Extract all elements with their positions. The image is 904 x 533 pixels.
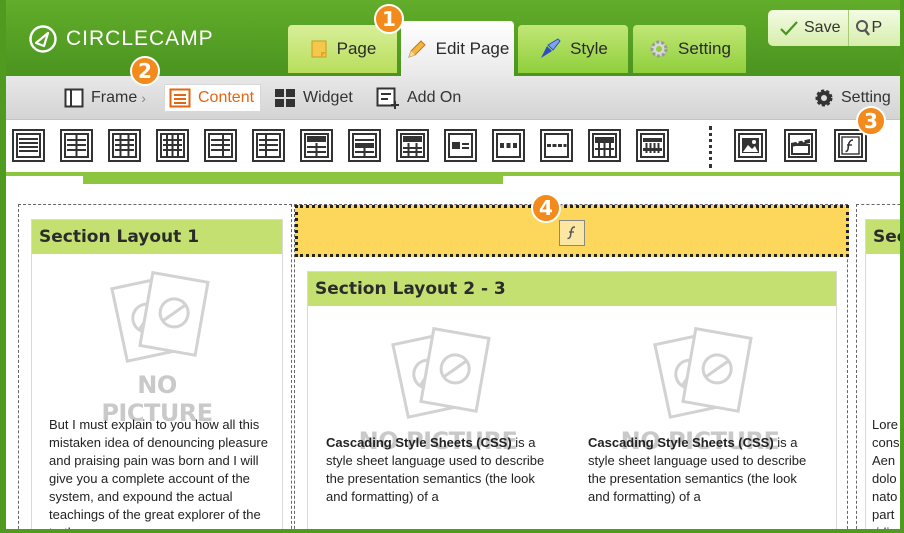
- content-button[interactable]: Content: [164, 84, 262, 112]
- layout-1-col-icon[interactable]: [12, 129, 45, 162]
- checkmark-icon: [780, 21, 798, 36]
- column-2[interactable]: Section Layout 2 - 3 NO PICTURE Cascadin…: [294, 204, 849, 533]
- callout-4: 4: [531, 193, 561, 223]
- no-picture-placeholder: NO PICTURE: [82, 270, 232, 427]
- section-partial-paragraph: Lore cons Aen dolo nato part ridic: [872, 417, 900, 533]
- content-icon: [169, 88, 191, 108]
- flash-widget-icon[interactable]: [834, 129, 867, 162]
- no-picture-icon: [653, 326, 753, 419]
- tab-style-label: Style: [570, 39, 608, 58]
- tab-setting-label: Setting: [678, 39, 731, 58]
- layout-left-wide-icon[interactable]: [204, 129, 237, 162]
- section-2-paragraph: Cascading Style Sheets (CSS) is a style …: [326, 434, 556, 506]
- save-toolbar: Save P: [768, 10, 904, 46]
- section-layout-1[interactable]: Section Layout 1 NO PICTURE But I must e…: [31, 219, 283, 533]
- add-on-icon: [376, 87, 399, 109]
- content-label: Content: [198, 89, 255, 106]
- layout-top-2col-icon[interactable]: [300, 129, 333, 162]
- section-3-paragraph: Cascading Style Sheets (CSS) is a style …: [588, 434, 818, 506]
- logo-icon: [29, 25, 57, 53]
- layout-right-wide-icon[interactable]: [252, 129, 285, 162]
- section-layout-partial[interactable]: Sect Lore cons Aen dolo nato part ridic: [865, 219, 904, 533]
- frame-button[interactable]: Frame ›: [64, 85, 146, 111]
- save-label: Save: [804, 19, 841, 36]
- layout-header-3col-icon[interactable]: [396, 129, 429, 162]
- image-widget-icon[interactable]: [734, 129, 767, 162]
- brush-icon: [541, 38, 561, 58]
- column-3[interactable]: Sect Lore cons Aen dolo nato part ridic: [856, 204, 904, 533]
- settings-gear-icon: [815, 89, 833, 107]
- breadcrumb-chevron-icon: ›: [141, 90, 146, 106]
- toolbar-separator: [709, 126, 712, 168]
- logo[interactable]: CIRCLECAMP: [28, 24, 214, 54]
- layout-4-blocks-icon[interactable]: [540, 129, 573, 162]
- layout-media-text-icon[interactable]: [444, 129, 477, 162]
- section-layout-2-3-title: Section Layout 2 - 3: [308, 272, 836, 306]
- section-layout-2-3[interactable]: Section Layout 2 - 3 NO PICTURE Cascadin…: [307, 271, 837, 533]
- drop-zone[interactable]: [295, 205, 849, 257]
- layout-toolbar: [6, 120, 900, 172]
- tab-edit-page[interactable]: Edit Page: [401, 21, 514, 76]
- section-1-paragraph: But I must explain to you how all this m…: [49, 417, 268, 533]
- widget-button[interactable]: Widget: [274, 85, 353, 111]
- setting-label: Setting: [841, 89, 891, 106]
- layout-2-col-icon[interactable]: [60, 129, 93, 162]
- magnifier-icon: [856, 20, 871, 36]
- layout-4-col-icon[interactable]: [156, 129, 189, 162]
- widget-label: Widget: [303, 89, 353, 106]
- pencil-icon: [407, 39, 426, 58]
- no-picture-icon: [391, 326, 491, 419]
- drag-handle-bar[interactable]: [83, 176, 503, 184]
- callout-2: 2: [130, 56, 160, 86]
- layout-5-col-icon[interactable]: [636, 129, 669, 162]
- callout-1: 1: [374, 4, 404, 34]
- preview-button[interactable]: P: [849, 19, 882, 37]
- layout-4-col-top-icon[interactable]: [588, 129, 621, 162]
- tab-edit-page-label: Edit Page: [435, 38, 510, 58]
- section-layout-1-title: Section Layout 1: [32, 220, 282, 254]
- tab-page-label: Page: [336, 39, 377, 58]
- logo-text: CIRCLECAMP: [66, 27, 214, 50]
- widget-icon: [275, 89, 295, 107]
- tab-style[interactable]: Style: [518, 25, 628, 73]
- video-widget-icon[interactable]: [784, 129, 817, 162]
- add-on-button[interactable]: Add On: [376, 85, 461, 111]
- layout-3-col-icon[interactable]: [108, 129, 141, 162]
- gear-icon: [650, 40, 668, 58]
- frame-label: Frame: [91, 89, 138, 106]
- no-picture-icon: [110, 270, 210, 363]
- layout-top-bottom-icon[interactable]: [348, 129, 381, 162]
- page-icon: [311, 40, 327, 58]
- flash-drop-icon: [559, 220, 585, 246]
- tab-page[interactable]: Page: [288, 25, 397, 73]
- add-on-label: Add On: [407, 89, 462, 106]
- css-term: Cascading Style Sheets (CSS): [326, 435, 512, 450]
- page-canvas: Section Layout 1 NO PICTURE But I must e…: [18, 204, 904, 533]
- frame-icon: [64, 88, 84, 108]
- preview-label: P: [871, 19, 883, 36]
- css-term: Cascading Style Sheets (CSS): [588, 435, 774, 450]
- section-partial-title: Sect: [866, 220, 904, 254]
- tab-setting[interactable]: Setting: [633, 25, 746, 73]
- layout-3-blocks-icon[interactable]: [492, 129, 525, 162]
- column-1[interactable]: Section Layout 1 NO PICTURE But I must e…: [18, 204, 292, 533]
- save-button[interactable]: Save: [768, 10, 850, 46]
- callout-3: 3: [856, 106, 886, 136]
- setting-button[interactable]: Setting: [814, 85, 891, 111]
